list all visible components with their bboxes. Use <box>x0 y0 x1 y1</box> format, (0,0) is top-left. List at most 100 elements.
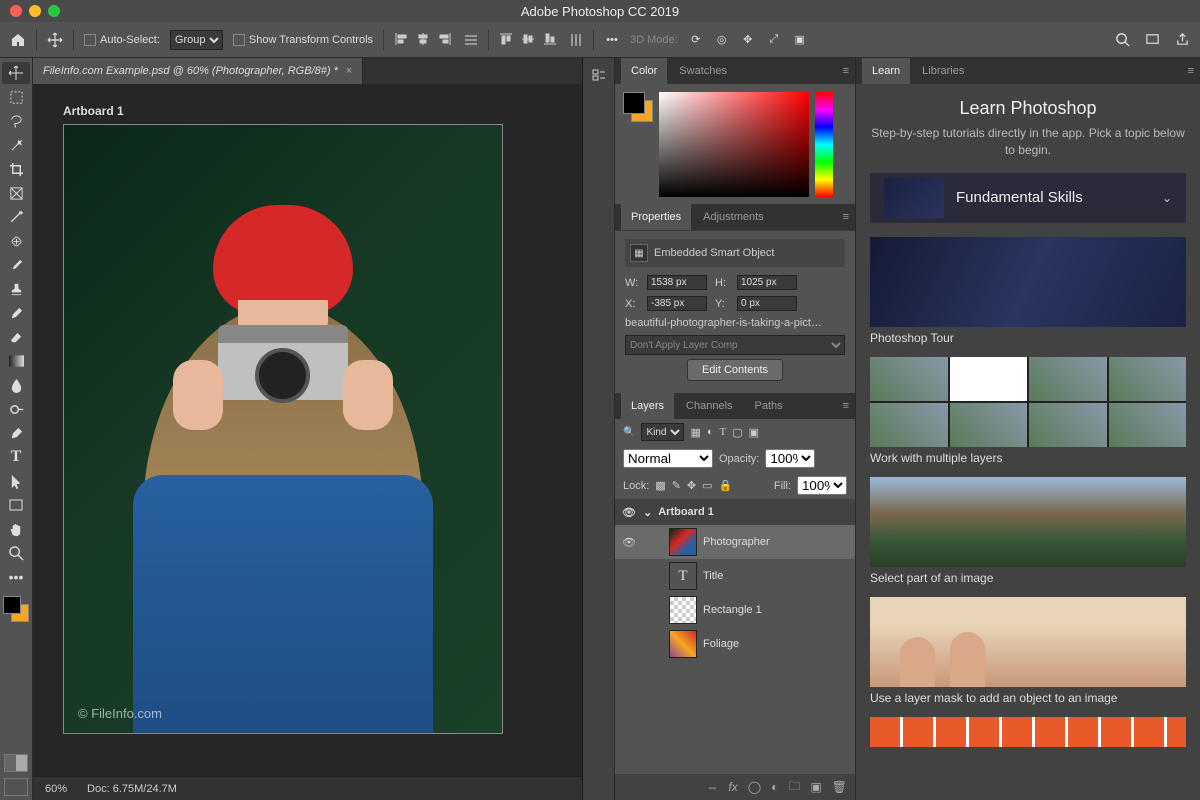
healing-tool[interactable] <box>2 230 30 252</box>
align-vcenter-icon[interactable] <box>521 32 537 48</box>
type-tool[interactable]: T <box>2 446 30 468</box>
shape-tool[interactable] <box>2 494 30 516</box>
align-hcenter-icon[interactable] <box>416 32 432 48</box>
home-icon[interactable] <box>10 32 26 48</box>
color-swatch[interactable] <box>3 596 29 622</box>
tab-color[interactable]: Color <box>621 58 667 84</box>
new-layer-icon[interactable]: ▣ <box>810 780 821 794</box>
visibility-icon[interactable]: 👁 <box>621 506 637 519</box>
auto-select-target[interactable]: Group <box>170 30 223 50</box>
panel-menu-icon[interactable]: ≡ <box>1188 65 1194 77</box>
tab-libraries[interactable]: Libraries <box>912 58 974 84</box>
tutorial-item[interactable]: Work with multiple layers <box>870 357 1186 465</box>
tab-swatches[interactable]: Swatches <box>669 58 737 84</box>
tab-channels[interactable]: Channels <box>676 393 742 419</box>
blur-tool[interactable] <box>2 374 30 396</box>
tab-layers[interactable]: Layers <box>621 393 674 419</box>
layer-filter-select[interactable]: Kind <box>641 423 684 441</box>
panel-menu-icon[interactable]: ≡ <box>843 65 849 77</box>
frame-tool[interactable] <box>2 182 30 204</box>
crop-tool[interactable] <box>2 158 30 180</box>
tab-learn[interactable]: Learn <box>862 58 910 84</box>
tab-paths[interactable]: Paths <box>745 393 793 419</box>
distribute-icon[interactable] <box>464 33 478 47</box>
layer-item[interactable]: 👁 Photographer <box>615 525 855 559</box>
blend-mode-select[interactable]: Normal <box>623 449 713 468</box>
edit-contents-button[interactable]: Edit Contents <box>687 359 783 381</box>
align-bottom-icon[interactable] <box>543 32 559 48</box>
layer-item[interactable]: T Title <box>615 559 855 593</box>
lock-position-icon[interactable]: ✥ <box>687 479 696 492</box>
window-maximize-icon[interactable] <box>48 5 60 17</box>
filter-adjust-icon[interactable]: ◐ <box>707 426 714 438</box>
artboard[interactable]: © FileInfo.com <box>63 124 503 734</box>
align-right-icon[interactable] <box>438 32 454 48</box>
lock-artboard-icon[interactable]: ▭ <box>702 479 712 492</box>
visibility-icon[interactable]: 👁 <box>621 536 637 549</box>
y-input[interactable] <box>737 296 797 311</box>
tutorial-item[interactable]: Select part of an image <box>870 477 1186 585</box>
tutorial-item[interactable] <box>870 717 1186 747</box>
history-panel-icon[interactable] <box>588 64 610 86</box>
fill-select[interactable]: 100% <box>797 476 847 495</box>
x-input[interactable] <box>647 296 707 311</box>
delete-layer-icon[interactable]: 🗑 <box>832 780 847 794</box>
show-transform-checkbox[interactable]: Show Transform Controls <box>233 34 373 46</box>
share-icon[interactable] <box>1174 32 1190 48</box>
lock-image-icon[interactable]: ✎ <box>672 479 681 492</box>
history-brush-tool[interactable] <box>2 302 30 324</box>
layer-item[interactable]: Foliage <box>615 627 855 661</box>
zoom-tool[interactable] <box>2 542 30 564</box>
hand-tool[interactable] <box>2 518 30 540</box>
lock-transparency-icon[interactable]: ▩ <box>655 479 665 492</box>
brush-tool[interactable] <box>2 254 30 276</box>
pen-tool[interactable] <box>2 422 30 444</box>
doc-size[interactable]: Doc: 6.75M/24.7M <box>87 783 177 795</box>
layer-item[interactable]: Rectangle 1 <box>615 593 855 627</box>
tutorial-item[interactable]: Use a layer mask to add an object to an … <box>870 597 1186 705</box>
screen-mode-icon[interactable] <box>1144 32 1160 48</box>
eraser-tool[interactable] <box>2 326 30 348</box>
color-field[interactable] <box>659 92 809 197</box>
hue-slider[interactable] <box>815 92 833 197</box>
link-layers-icon[interactable]: ⇔ <box>706 780 718 794</box>
move-tool[interactable] <box>2 62 30 84</box>
align-top-icon[interactable] <box>499 32 515 48</box>
edit-toolbar-icon[interactable]: ••• <box>2 566 30 588</box>
lock-all-icon[interactable]: 🔒 <box>719 479 733 492</box>
close-tab-icon[interactable]: × <box>346 65 352 77</box>
zoom-level[interactable]: 60% <box>45 783 67 795</box>
learn-category[interactable]: Fundamental Skills ⌄ <box>870 173 1186 223</box>
layer-artboard[interactable]: 👁 ⌄ Artboard 1 <box>615 499 855 525</box>
group-layers-icon[interactable]: 🗀 <box>788 777 800 798</box>
dodge-tool[interactable] <box>2 398 30 420</box>
path-select-tool[interactable] <box>2 470 30 492</box>
quickmask-icon[interactable] <box>4 754 28 772</box>
align-left-icon[interactable] <box>394 32 410 48</box>
layer-comp-select[interactable]: Don't Apply Layer Comp <box>625 335 845 355</box>
tab-adjustments[interactable]: Adjustments <box>693 204 774 230</box>
auto-select-checkbox[interactable]: Auto-Select: <box>84 34 160 46</box>
marquee-tool[interactable] <box>2 86 30 108</box>
eyedropper-tool[interactable] <box>2 206 30 228</box>
window-close-icon[interactable] <box>10 5 22 17</box>
window-minimize-icon[interactable] <box>29 5 41 17</box>
document-tab[interactable]: FileInfo.com Example.psd @ 60% (Photogra… <box>33 58 363 84</box>
adjustment-layer-icon[interactable]: ◐ <box>771 780 778 794</box>
panel-menu-icon[interactable]: ≡ <box>843 400 849 412</box>
search-icon[interactable] <box>1114 32 1130 48</box>
layer-fx-icon[interactable]: fx <box>728 780 737 794</box>
filter-smartobj-icon[interactable]: ▣ <box>749 426 759 439</box>
fg-bg-swatch[interactable] <box>623 92 653 122</box>
tab-properties[interactable]: Properties <box>621 204 691 230</box>
move-tool-icon[interactable] <box>47 32 63 48</box>
magic-wand-tool[interactable] <box>2 134 30 156</box>
distribute-v-icon[interactable] <box>569 33 583 47</box>
panel-menu-icon[interactable]: ≡ <box>843 211 849 223</box>
opacity-select[interactable]: 100% <box>765 449 815 468</box>
width-input[interactable] <box>647 275 707 290</box>
filter-image-icon[interactable]: ▦ <box>690 426 700 439</box>
filter-shape-icon[interactable]: ▢ <box>732 426 742 439</box>
layer-mask-icon[interactable]: ◯ <box>748 780 761 794</box>
stamp-tool[interactable] <box>2 278 30 300</box>
